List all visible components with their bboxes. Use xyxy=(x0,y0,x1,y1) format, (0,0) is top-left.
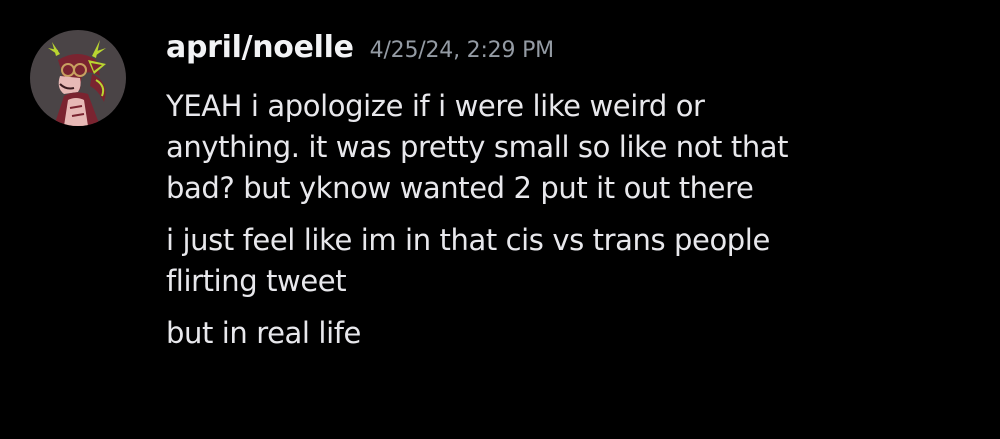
chat-message: april/noelle 4/25/24, 2:29 PM YEAH i apo… xyxy=(0,0,1000,439)
message-line: YEAH i apologize if i were like weird or xyxy=(166,89,705,123)
message-paragraph-1: YEAH i apologize if i were like weird or… xyxy=(166,86,986,209)
message-line: anything. it was pretty small so like no… xyxy=(166,130,789,164)
deer-character-avatar-icon xyxy=(30,30,126,126)
message-paragraph-2: i just feel like im in that cis vs trans… xyxy=(166,220,986,302)
message-content: YEAH i apologize if i were like weird or… xyxy=(166,86,986,354)
message-paragraph-3: but in real life xyxy=(166,313,986,354)
message-line: i just feel like im in that cis vs trans… xyxy=(166,223,770,257)
avatar[interactable] xyxy=(30,30,126,126)
message-header: april/noelle 4/25/24, 2:29 PM xyxy=(166,30,554,74)
message-line: bad? but yknow wanted 2 put it out there xyxy=(166,171,754,205)
message-timestamp: 4/25/24, 2:29 PM xyxy=(369,38,554,63)
author-username[interactable]: april/noelle xyxy=(166,30,354,65)
message-line: but in real life xyxy=(166,316,361,350)
message-line: flirting tweet xyxy=(166,264,347,298)
